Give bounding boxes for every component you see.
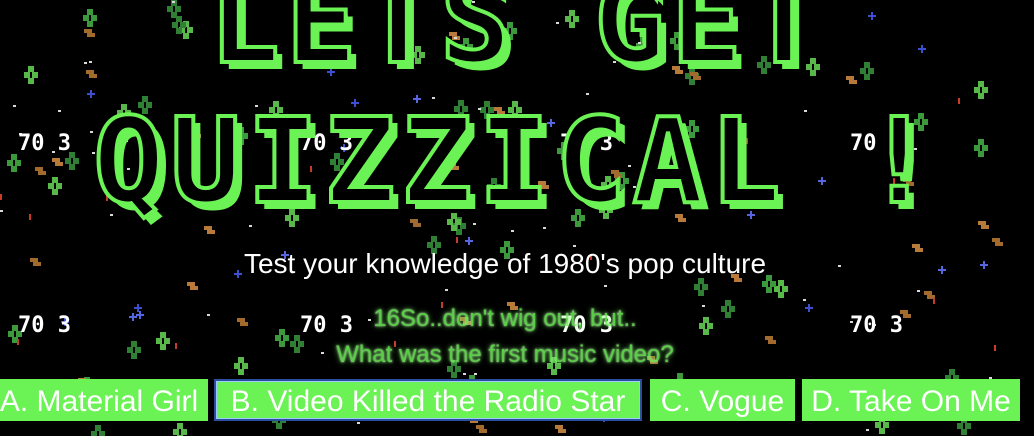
sprite-leaf xyxy=(181,429,187,435)
sprite-dot xyxy=(803,299,806,301)
sprite-leaf xyxy=(961,429,967,435)
answer-c-button[interactable]: C. Vogue xyxy=(650,379,795,421)
question-text: What was the first music video? xyxy=(336,341,674,368)
sprite-leaf xyxy=(431,236,437,242)
answer-a-button[interactable]: A. Material Girl xyxy=(0,379,208,421)
sprite-dot xyxy=(474,373,477,375)
sprite-blob xyxy=(849,80,857,84)
sprite-blob xyxy=(558,429,566,433)
sprite-leaf xyxy=(965,423,971,429)
sprite-dot xyxy=(917,290,920,292)
sprite-dot xyxy=(511,230,514,232)
sprite-spark xyxy=(465,240,473,242)
sprite-leaf xyxy=(974,87,980,93)
answer-d-button[interactable]: D. Take On Me xyxy=(802,379,1020,421)
sprite-leaf xyxy=(99,431,105,436)
subtitle: Test your knowledge of 1980's pop cultur… xyxy=(243,248,767,279)
sprite-speck xyxy=(456,237,458,243)
sprite-dot xyxy=(445,289,448,291)
sprite-blob xyxy=(476,425,484,429)
sprite-leaf xyxy=(694,284,700,290)
sprite-leaf xyxy=(978,81,984,87)
sprite-blob xyxy=(924,291,932,295)
sprite-leaf xyxy=(276,423,282,429)
sprite-leaf xyxy=(173,429,179,435)
sprite-blob xyxy=(978,221,986,225)
sprite-leaf xyxy=(177,423,183,429)
quiz-screen: 70 3 70 3 70 3 70 3 70 3 70 3 70 3 70 3 LETS GE… xyxy=(0,0,1034,436)
sprite-leaf xyxy=(702,284,708,290)
sprite-blob xyxy=(190,286,198,290)
sprite-blob xyxy=(555,425,563,429)
question-intro: 16So..don't wig out, but.. xyxy=(373,305,637,332)
sprite-blob xyxy=(981,225,989,229)
sprite-dot xyxy=(604,285,607,287)
title-line-2: QUIZZICAL ! xyxy=(91,92,941,230)
sprite-leaf xyxy=(978,93,984,99)
sprite-leaf xyxy=(982,87,988,93)
sprite-leaf xyxy=(95,425,101,431)
sprite-leaf xyxy=(698,290,704,296)
sprite-leaf xyxy=(957,423,963,429)
sprite-blob xyxy=(187,282,195,286)
title-line-1: LETS GET xyxy=(207,0,826,90)
sprite-dot xyxy=(463,373,466,375)
sprite-blob xyxy=(207,230,215,234)
sprite-blob xyxy=(479,429,487,433)
sprite-dot xyxy=(866,429,869,431)
sprite-leaf xyxy=(91,431,97,436)
sprite-blob xyxy=(992,238,1000,242)
sprite-leaf xyxy=(451,372,457,378)
sprite-leaf xyxy=(766,287,772,293)
sprite-leaf xyxy=(879,428,885,434)
sprite-leaf xyxy=(778,292,784,298)
answer-b-button[interactable]: B. Video Killed the Radio Star xyxy=(214,379,642,421)
sprite-leaf xyxy=(782,286,788,292)
